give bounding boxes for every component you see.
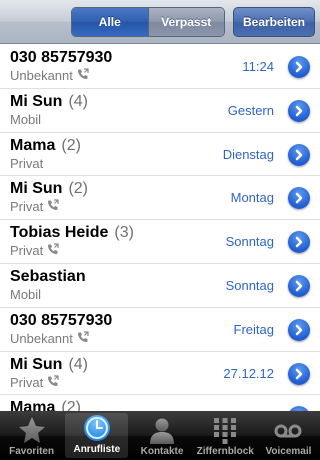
- number-type-label: Mobil: [10, 286, 42, 302]
- number-type: Privat: [10, 199, 59, 214]
- caller-name: 030 85757930: [10, 49, 118, 67]
- tab-label: Favoriten: [9, 446, 55, 457]
- edit-button[interactable]: Bearbeiten: [233, 7, 315, 37]
- caller-name-text: Mama: [10, 399, 56, 411]
- detail-disclosure-icon[interactable]: [288, 274, 310, 297]
- star-icon: [18, 417, 45, 443]
- caller-name: Sebastian: [10, 268, 92, 286]
- caller-name-text: Sebastian: [10, 267, 86, 285]
- tab-label: Anrufliste: [73, 444, 121, 455]
- call-list[interactable]: 030 85757930 Unbekannt 11:24 Mi Sun (4) Mobil…: [0, 45, 320, 411]
- call-row[interactable]: Sebastian Mobil Sonntag: [0, 263, 320, 308]
- call-count: (4): [68, 92, 88, 110]
- call-row[interactable]: Mama (2) Privat Dienstag: [0, 132, 320, 177]
- tab-bar: Favoriten Anrufliste Kontakte Ziffernblo…: [0, 411, 320, 460]
- call-time: 11:24: [242, 59, 274, 74]
- caller-name: Mi Sun (4): [10, 93, 88, 111]
- call-row[interactable]: Mi Sun (4) Privat 27.12.12: [0, 351, 320, 396]
- detail-disclosure-icon[interactable]: [288, 56, 310, 78]
- detail-disclosure-icon[interactable]: [288, 362, 310, 385]
- caller-name-text: Mi Sun: [10, 355, 63, 373]
- segment-all[interactable]: Alle: [72, 8, 148, 36]
- number-type: Privat: [10, 375, 59, 390]
- caller-name-text: 030 85757930: [10, 49, 113, 66]
- call-count: (2): [61, 136, 81, 154]
- tab-label: Voicemail: [265, 446, 312, 457]
- outgoing-call-icon: [43, 243, 59, 258]
- call-count: (3): [114, 224, 134, 242]
- number-type-label: Unbekannt: [10, 330, 73, 346]
- caller-name-text: 030 85757930: [10, 311, 113, 329]
- tab-voicemail[interactable]: Voicemail: [257, 411, 320, 460]
- caller-name-text: Mi Sun: [10, 180, 63, 198]
- call-row[interactable]: Mama (2): [0, 395, 320, 411]
- call-row[interactable]: Mi Sun (4) Mobil Gestern: [0, 88, 320, 133]
- call-row[interactable]: Tobias Heide (3) Privat Sonntag: [0, 220, 320, 264]
- clock-icon: [83, 415, 110, 441]
- number-type: Unbekannt: [10, 68, 89, 83]
- caller-name: Mi Sun (4): [10, 356, 88, 374]
- outgoing-call-icon: [73, 68, 89, 83]
- contact-icon: [150, 418, 174, 444]
- number-type: Privat: [10, 156, 43, 171]
- caller-name: Tobias Heide (3): [10, 224, 134, 242]
- call-row[interactable]: 030 85757930 Unbekannt Freitag: [0, 307, 320, 352]
- number-type-label: Mobil: [10, 111, 42, 127]
- outgoing-call-icon: [43, 374, 59, 390]
- call-row[interactable]: 030 85757930 Unbekannt 11:24: [0, 45, 320, 89]
- call-time: 27.12.12: [223, 365, 274, 381]
- caller-name-text: Mi Sun: [10, 92, 63, 110]
- tab-keypad[interactable]: Ziffernblock: [194, 411, 257, 460]
- detail-disclosure-icon[interactable]: [288, 187, 310, 210]
- call-time: Dienstag: [222, 146, 274, 162]
- tab-favorites[interactable]: Favoriten: [0, 411, 63, 460]
- call-time: Sonntag: [225, 277, 274, 293]
- caller-name-text: Tobias Heide: [10, 224, 109, 242]
- number-type-label: Privat: [10, 155, 44, 171]
- call-time: Gestern: [227, 102, 274, 118]
- number-type: Mobil: [10, 287, 41, 302]
- navigation-bar: Alle Verpasst Bearbeiten: [0, 0, 320, 44]
- caller-name: Mama (2): [10, 137, 81, 155]
- call-row[interactable]: Mi Sun (2) Privat Montag: [0, 176, 320, 221]
- detail-disclosure-icon[interactable]: [288, 231, 310, 254]
- tab-recents[interactable]: Anrufliste: [65, 413, 129, 458]
- voicemail-icon: [274, 424, 302, 438]
- number-type-label: Privat: [10, 374, 44, 390]
- outgoing-call-icon: [43, 199, 59, 214]
- caller-name-text: Mama: [10, 136, 56, 154]
- call-time: Montag: [230, 190, 274, 206]
- number-type-label: Privat: [10, 199, 44, 215]
- call-count: (2): [61, 399, 81, 411]
- tab-label: Kontakte: [140, 446, 184, 457]
- call-filter-segmented-control: Alle Verpasst: [71, 7, 225, 37]
- detail-disclosure-icon[interactable]: [288, 143, 310, 166]
- caller-name: 030 85757930: [10, 312, 118, 330]
- number-type-label: Privat: [10, 243, 44, 259]
- segment-missed[interactable]: Verpasst: [147, 8, 224, 36]
- tab-contacts[interactable]: Kontakte: [130, 411, 193, 460]
- number-type: Privat: [10, 243, 59, 258]
- outgoing-call-icon: [73, 331, 89, 346]
- number-type: Unbekannt: [10, 331, 89, 346]
- number-type: Mobil: [10, 112, 41, 127]
- keypad-icon: [214, 418, 237, 444]
- tab-label: Ziffernblock: [196, 446, 254, 457]
- call-count: (2): [68, 180, 88, 198]
- detail-disclosure-icon[interactable]: [288, 99, 310, 122]
- caller-name: Mama (2): [10, 399, 81, 411]
- caller-name: Mi Sun (2): [10, 180, 88, 198]
- detail-disclosure-icon[interactable]: [288, 318, 310, 341]
- call-time: Sonntag: [225, 234, 274, 250]
- call-time: Freitag: [233, 321, 274, 337]
- call-count: (4): [68, 355, 88, 373]
- number-type-label: Unbekannt: [10, 68, 73, 83]
